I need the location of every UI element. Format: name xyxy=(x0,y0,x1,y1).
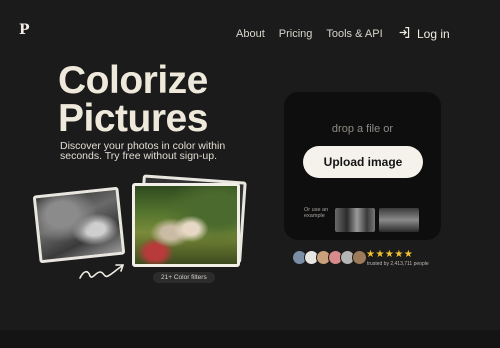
color-filters-badge: 21+ Color filters xyxy=(153,272,215,283)
top-nav: About Pricing Tools & API xyxy=(236,28,383,40)
trusted-by-text: trusted by 2,413,711 people xyxy=(367,261,429,267)
avatar xyxy=(352,250,367,265)
login-icon xyxy=(398,26,411,42)
hero-subtitle: Discover your photos in color within sec… xyxy=(60,140,226,162)
rating-stars-icon: ★★★★★ xyxy=(366,249,414,260)
nav-about[interactable]: About xyxy=(236,28,265,40)
example-label: Or use an example xyxy=(304,207,329,219)
upload-image-button[interactable]: Upload image xyxy=(303,146,423,178)
login-label: Log in xyxy=(417,27,450,41)
hero-title-line1: Colorize xyxy=(58,59,208,102)
login-link[interactable]: Log in xyxy=(398,26,450,42)
colorized-photo xyxy=(132,183,240,267)
nav-pricing[interactable]: Pricing xyxy=(279,28,313,40)
example-image-2[interactable] xyxy=(379,208,419,232)
logo[interactable]: P xyxy=(19,22,30,38)
hero-title-line2: Pictures xyxy=(58,97,208,140)
example-image-1[interactable] xyxy=(335,208,375,232)
nav-tools-api[interactable]: Tools & API xyxy=(326,28,382,40)
drop-file-text: drop a file or xyxy=(331,123,394,135)
hero-title: Colorize Pictures xyxy=(58,59,208,140)
footer-band xyxy=(0,330,500,348)
user-avatars xyxy=(292,250,367,265)
squiggle-arrow-icon xyxy=(79,264,125,279)
upload-card[interactable]: drop a file or Upload image Or use an ex… xyxy=(284,92,441,240)
black-white-photo xyxy=(32,186,126,264)
